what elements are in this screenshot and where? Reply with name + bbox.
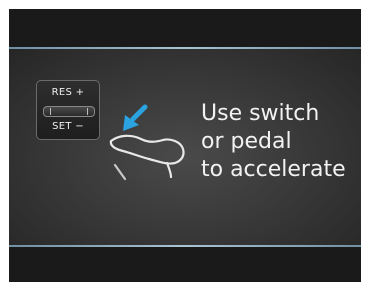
switch-rocker <box>43 106 95 117</box>
cruise-control-switch: RES + SET − <box>36 80 100 140</box>
display-bottom-band <box>9 247 361 282</box>
res-plus-label: RES + <box>51 87 85 98</box>
set-minus-label: SET − <box>52 121 84 132</box>
cluster-display: RES + SET − Use switch or pedal to accel… <box>9 9 361 282</box>
message-line-2: or pedal <box>201 129 292 154</box>
message-line-1: Use switch <box>201 101 320 126</box>
press-arrow-icon <box>123 104 148 131</box>
message-line-3: to accelerate <box>201 157 346 182</box>
accelerator-pedal-icon <box>109 104 185 181</box>
display-top-band <box>9 9 361 47</box>
instruction-message: Use switch or pedal to accelerate <box>201 100 361 184</box>
